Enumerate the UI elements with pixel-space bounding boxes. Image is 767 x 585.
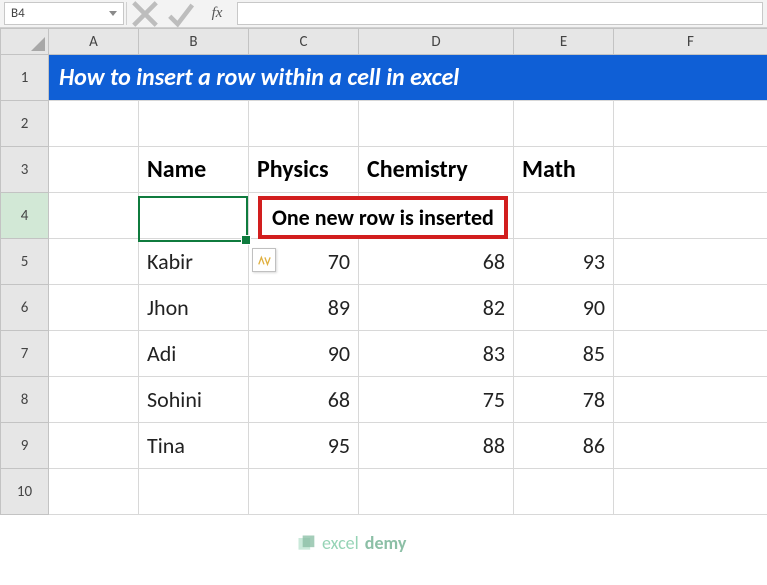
row-10: 10 <box>1 469 767 515</box>
cell[interactable] <box>614 239 767 285</box>
row-header-4[interactable]: 4 <box>1 193 49 239</box>
col-header-f[interactable]: F <box>614 29 767 55</box>
insert-function-button[interactable]: fx <box>199 0 235 27</box>
cell[interactable] <box>359 101 514 147</box>
row-header-10[interactable]: 10 <box>1 469 49 515</box>
cell[interactable] <box>49 147 139 193</box>
cell[interactable] <box>49 101 139 147</box>
cell[interactable] <box>49 377 139 423</box>
cell[interactable] <box>49 285 139 331</box>
fx-label: fx <box>212 5 223 22</box>
cell[interactable] <box>514 193 614 239</box>
cell-name[interactable]: Tina <box>139 423 249 469</box>
chevron-down-icon[interactable] <box>109 11 117 16</box>
cell-phys[interactable]: 68 <box>249 377 359 423</box>
cell[interactable] <box>514 101 614 147</box>
table-row: 5 Kabir 70 68 93 <box>1 239 767 285</box>
annotation-callout: One new row is inserted <box>258 196 508 239</box>
cell[interactable] <box>49 239 139 285</box>
row-header-1[interactable]: 1 <box>1 55 49 101</box>
cell[interactable] <box>514 469 614 515</box>
table-row: 7 Adi 90 83 85 <box>1 331 767 377</box>
column-header-row: A B C D E F <box>1 29 767 55</box>
th-math[interactable]: Math <box>514 147 614 193</box>
cell[interactable] <box>139 101 249 147</box>
cell-math[interactable]: 93 <box>514 239 614 285</box>
cell[interactable] <box>614 101 767 147</box>
formula-bar: B4 fx <box>0 0 767 28</box>
cell[interactable] <box>614 377 767 423</box>
cell[interactable] <box>614 193 767 239</box>
cell-math[interactable]: 90 <box>514 285 614 331</box>
cell-name[interactable]: Adi <box>139 331 249 377</box>
th-physics[interactable]: Physics <box>249 147 359 193</box>
table-row: 6 Jhon 89 82 90 <box>1 285 767 331</box>
name-box-value: B4 <box>11 6 25 21</box>
row-header-9[interactable]: 9 <box>1 423 49 469</box>
cell[interactable] <box>614 423 767 469</box>
cell-math[interactable]: 78 <box>514 377 614 423</box>
cancel-icon[interactable] <box>127 0 163 27</box>
col-header-a[interactable]: A <box>49 29 139 55</box>
th-chemistry[interactable]: Chemistry <box>359 147 514 193</box>
row-1: 1 How to insert a row within a cell in e… <box>1 55 767 101</box>
cell-phys[interactable]: 89 <box>249 285 359 331</box>
page-title[interactable]: How to insert a row within a cell in exc… <box>49 55 767 101</box>
cell[interactable] <box>139 469 249 515</box>
select-all-corner[interactable] <box>1 29 49 55</box>
cell-name[interactable]: Jhon <box>139 285 249 331</box>
row-header-5[interactable]: 5 <box>1 239 49 285</box>
sheet-table: A B C D E F 1 How to insert a row within… <box>0 28 767 515</box>
cell-phys[interactable]: 95 <box>249 423 359 469</box>
cell[interactable] <box>49 193 139 239</box>
table-row: 8 Sohini 68 75 78 <box>1 377 767 423</box>
col-header-c[interactable]: C <box>249 29 359 55</box>
cell-math[interactable]: 86 <box>514 423 614 469</box>
enter-icon[interactable] <box>163 0 199 27</box>
watermark: excel demy <box>296 532 406 554</box>
cell-name[interactable]: Sohini <box>139 377 249 423</box>
th-name[interactable]: Name <box>139 147 249 193</box>
logo-icon <box>296 533 316 553</box>
cell[interactable] <box>614 285 767 331</box>
col-header-e[interactable]: E <box>514 29 614 55</box>
formula-input[interactable] <box>237 2 763 25</box>
cell-chem[interactable]: 88 <box>359 423 514 469</box>
watermark-text-b: demy <box>365 532 407 554</box>
cell-math[interactable]: 85 <box>514 331 614 377</box>
cell[interactable] <box>49 331 139 377</box>
cell[interactable] <box>249 101 359 147</box>
spreadsheet-grid: A B C D E F 1 How to insert a row within… <box>0 28 767 515</box>
cell-chem[interactable]: 83 <box>359 331 514 377</box>
col-header-b[interactable]: B <box>139 29 249 55</box>
cell[interactable] <box>614 147 767 193</box>
row-header-2[interactable]: 2 <box>1 101 49 147</box>
cell-phys[interactable]: 90 <box>249 331 359 377</box>
cell-chem[interactable]: 75 <box>359 377 514 423</box>
cell[interactable] <box>614 331 767 377</box>
insert-options-icon[interactable] <box>252 248 276 272</box>
table-row: 9 Tina 95 88 86 <box>1 423 767 469</box>
name-box[interactable]: B4 <box>4 2 124 25</box>
cell-chem[interactable]: 82 <box>359 285 514 331</box>
cell[interactable] <box>49 423 139 469</box>
cell-b4[interactable] <box>139 193 249 239</box>
cell[interactable] <box>49 469 139 515</box>
row-3: 3 Name Physics Chemistry Math <box>1 147 767 193</box>
cell[interactable] <box>249 469 359 515</box>
row-header-7[interactable]: 7 <box>1 331 49 377</box>
cell[interactable] <box>359 469 514 515</box>
cell-name[interactable]: Kabir <box>139 239 249 285</box>
col-header-d[interactable]: D <box>359 29 514 55</box>
row-header-8[interactable]: 8 <box>1 377 49 423</box>
row-header-6[interactable]: 6 <box>1 285 49 331</box>
row-2: 2 <box>1 101 767 147</box>
cell[interactable] <box>614 469 767 515</box>
watermark-text-a: excel <box>322 532 359 554</box>
cell-chem[interactable]: 68 <box>359 239 514 285</box>
row-header-3[interactable]: 3 <box>1 147 49 193</box>
